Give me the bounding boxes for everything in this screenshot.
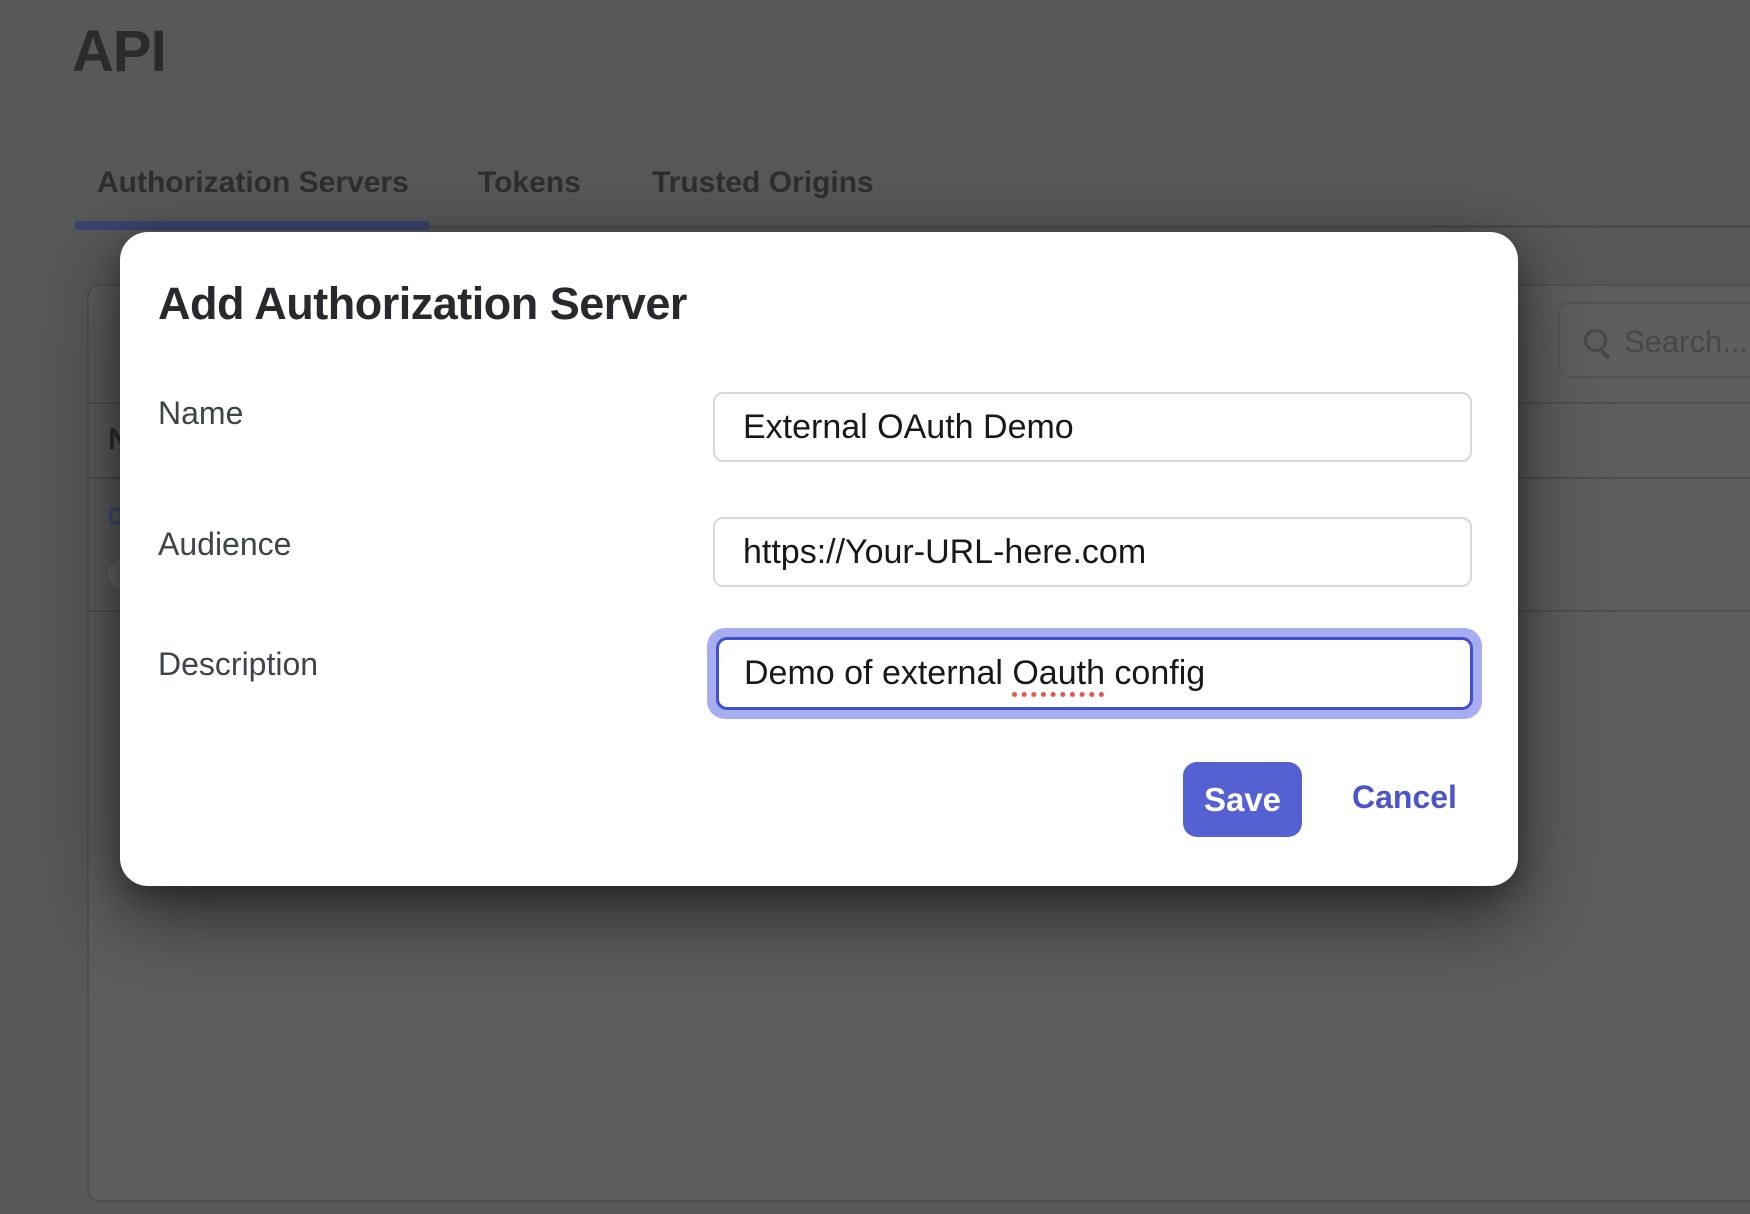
cancel-button[interactable]: Cancel — [1352, 779, 1457, 816]
add-authorization-server-modal: Add Authorization Server Name Audience D… — [120, 232, 1518, 886]
description-field-focus-ring: Demo of external Oauth config — [707, 628, 1482, 719]
description-label: Description — [158, 646, 318, 683]
active-tab-underline — [75, 221, 429, 230]
search-icon — [1584, 329, 1607, 352]
tab-tokens[interactable]: Tokens — [478, 166, 581, 200]
page-title: API — [72, 18, 166, 85]
description-field[interactable]: Demo of external Oauth config — [716, 637, 1473, 710]
name-field[interactable] — [713, 392, 1472, 462]
description-misspelled-word: Oauth — [1012, 654, 1105, 692]
tab-authorization-servers[interactable]: Authorization Servers — [97, 166, 409, 200]
tab-trusted-origins[interactable]: Trusted Origins — [652, 166, 874, 200]
search-input[interactable]: Search... — [1624, 324, 1748, 360]
modal-title: Add Authorization Server — [158, 278, 687, 330]
audience-field[interactable] — [713, 517, 1472, 587]
save-button[interactable]: Save — [1183, 762, 1302, 837]
screen: API Authorization Servers Tokens Trusted… — [0, 0, 1750, 1214]
description-text: Demo of external — [744, 654, 1012, 692]
search-box[interactable]: Search... — [1558, 302, 1750, 378]
name-label: Name — [158, 395, 243, 432]
audience-label: Audience — [158, 526, 291, 563]
description-text-after: config — [1105, 654, 1205, 692]
